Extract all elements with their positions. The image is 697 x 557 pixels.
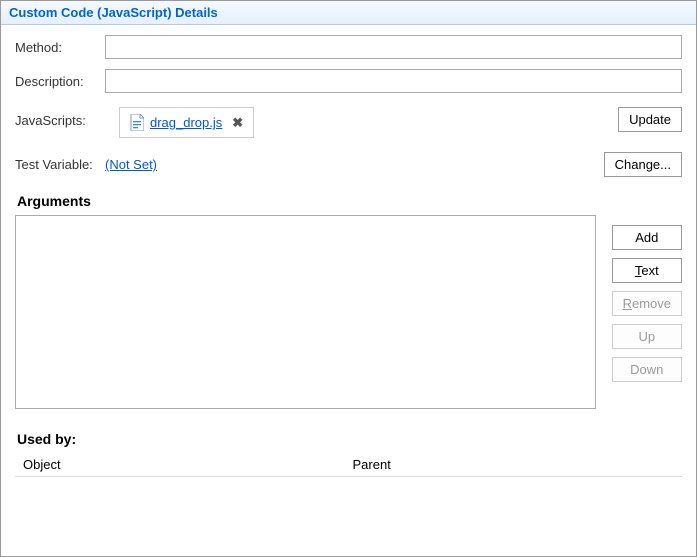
- arguments-title: Arguments: [17, 193, 682, 209]
- used-by-title: Used by:: [17, 431, 682, 447]
- test-variable-label: Test Variable:: [15, 157, 105, 172]
- file-icon: [130, 114, 144, 131]
- method-input[interactable]: [105, 35, 682, 59]
- description-label: Description:: [15, 74, 105, 89]
- used-by-section: Used by: Object Parent: [15, 431, 682, 477]
- column-object[interactable]: Object: [23, 457, 353, 472]
- used-by-table-header: Object Parent: [15, 453, 682, 477]
- down-button: Down: [612, 357, 682, 382]
- change-button[interactable]: Change...: [604, 152, 682, 177]
- javascripts-row: JavaScripts: drag_drop.js ✖: [15, 107, 682, 138]
- panel-title: Custom Code (JavaScript) Details: [1, 1, 696, 25]
- arguments-button-group: Add Text Remove Up Down: [612, 215, 682, 382]
- text-button[interactable]: Text: [612, 258, 682, 283]
- method-label: Method:: [15, 40, 105, 55]
- description-input[interactable]: [105, 69, 682, 93]
- javascripts-label: JavaScripts:: [15, 107, 105, 128]
- javascript-file-link[interactable]: drag_drop.js: [150, 115, 222, 130]
- javascript-tag-area: drag_drop.js ✖: [119, 107, 254, 138]
- panel-body: Method: Description: JavaScripts:: [1, 25, 696, 477]
- panel-root: Custom Code (JavaScript) Details Method:…: [0, 0, 697, 557]
- javascript-file-tag: drag_drop.js ✖: [119, 107, 254, 138]
- remove-button: Remove: [612, 291, 682, 316]
- arguments-area: Add Text Remove Up Down: [15, 215, 682, 409]
- test-variable-link[interactable]: (Not Set): [105, 157, 157, 172]
- add-button[interactable]: Add: [612, 225, 682, 250]
- remove-file-icon[interactable]: ✖: [232, 115, 243, 131]
- up-button: Up: [612, 324, 682, 349]
- method-row: Method:: [15, 35, 682, 59]
- column-parent[interactable]: Parent: [353, 457, 683, 472]
- arguments-list[interactable]: [15, 215, 596, 409]
- description-row: Description:: [15, 69, 682, 93]
- update-button[interactable]: Update: [618, 107, 682, 132]
- test-variable-row: Test Variable: (Not Set) Change...: [15, 152, 682, 177]
